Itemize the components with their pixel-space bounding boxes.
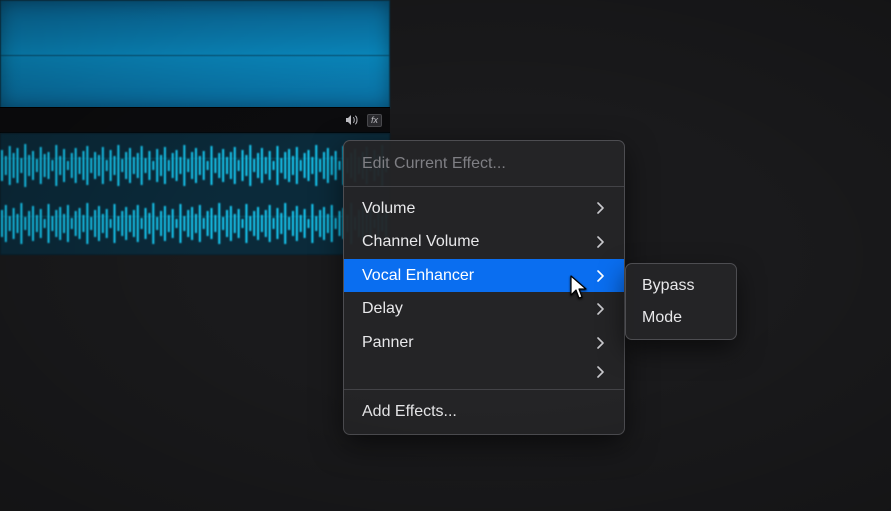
chevron-right-icon — [594, 270, 608, 282]
menu-item-label: Edit Current Effect... — [362, 153, 506, 175]
timeline: fx — [0, 0, 390, 280]
menu-item-label: Bypass — [642, 275, 694, 297]
chevron-right-icon — [594, 202, 608, 214]
menu-item-blank-submenu[interactable] — [344, 360, 624, 384]
menu-item-volume[interactable]: Volume — [344, 192, 624, 226]
menu-item-label: Add Effects... — [362, 401, 457, 423]
waveform-channel-1 — [1, 138, 389, 193]
menu-item-edit-current-effect: Edit Current Effect... — [344, 147, 624, 181]
menu-item-add-effects[interactable]: Add Effects... — [344, 395, 624, 429]
effects-context-menu: Edit Current Effect... Volume Channel Vo… — [343, 140, 625, 435]
menu-item-label: Panner — [362, 332, 414, 354]
menu-item-vocal-enhancer[interactable]: Vocal Enhancer — [344, 259, 624, 293]
menu-item-channel-volume[interactable]: Channel Volume — [344, 225, 624, 259]
menu-item-label: Mode — [642, 307, 682, 329]
menu-separator — [344, 186, 624, 187]
menu-item-label: Vocal Enhancer — [362, 265, 474, 287]
chevron-right-icon — [594, 337, 608, 349]
speaker-icon — [345, 114, 359, 126]
audio-clip[interactable] — [0, 133, 390, 255]
vocal-enhancer-submenu: Bypass Mode — [625, 263, 737, 340]
waveform-channel-2 — [1, 196, 389, 251]
chevron-right-icon — [594, 303, 608, 315]
menu-item-delay[interactable]: Delay — [344, 292, 624, 326]
menu-item-label: Channel Volume — [362, 231, 479, 253]
track-header-row: fx — [0, 107, 390, 133]
video-clip[interactable] — [0, 0, 390, 109]
menu-item-panner[interactable]: Panner — [344, 326, 624, 360]
fx-badge[interactable]: fx — [367, 114, 382, 127]
menu-item-label: Delay — [362, 298, 403, 320]
chevron-right-icon — [594, 236, 608, 248]
chevron-right-icon — [594, 366, 608, 378]
submenu-item-mode[interactable]: Mode — [626, 302, 736, 334]
menu-item-label: Volume — [362, 198, 415, 220]
submenu-item-bypass[interactable]: Bypass — [626, 270, 736, 302]
menu-separator — [344, 389, 624, 390]
